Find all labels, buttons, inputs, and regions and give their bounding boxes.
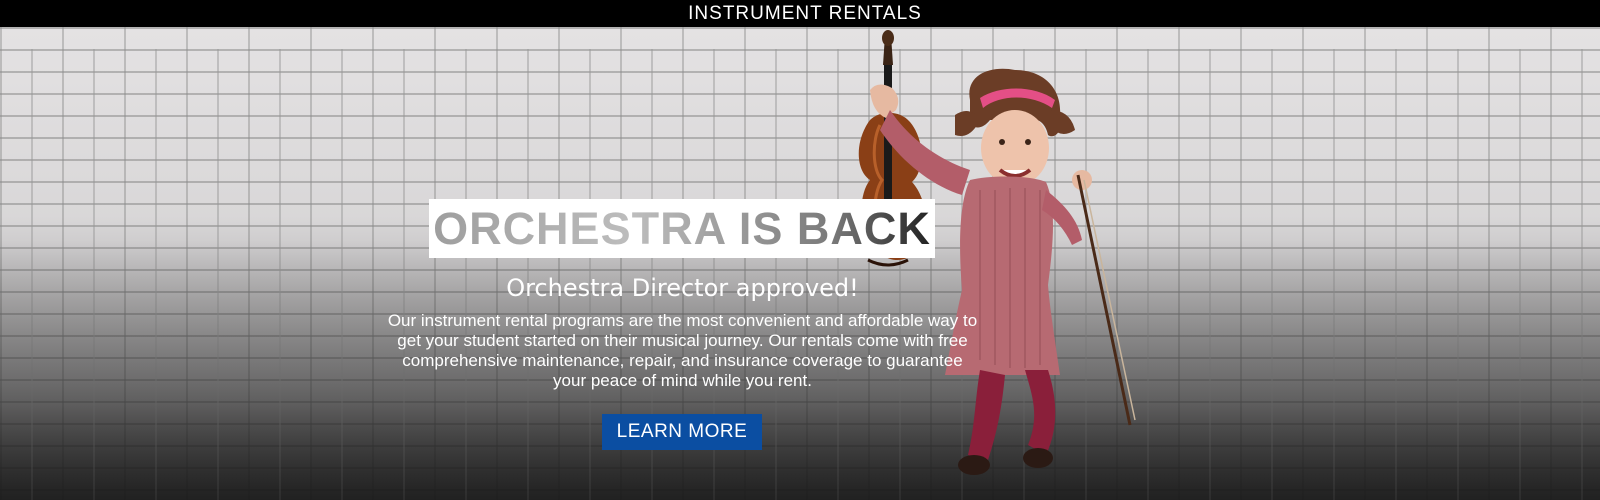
hero-content: ORCHESTRA IS BACK Orchestra Director app… xyxy=(0,0,1600,500)
description-text: Our instrument rental programs are the m… xyxy=(387,311,978,390)
section-title: INSTRUMENT RENTALS xyxy=(688,2,922,24)
learn-more-button[interactable]: LEARN MORE xyxy=(602,414,762,450)
headline-box: ORCHESTRA IS BACK xyxy=(429,199,935,258)
headline: ORCHESTRA IS BACK xyxy=(433,202,931,254)
hero-banner[interactable]: INSTRUMENT RENTALS ORCHESTRA IS BACK Orc… xyxy=(0,0,1600,500)
section-title-bar: INSTRUMENT RENTALS xyxy=(0,0,1600,27)
subheadline: Orchestra Director approved! xyxy=(506,274,859,302)
